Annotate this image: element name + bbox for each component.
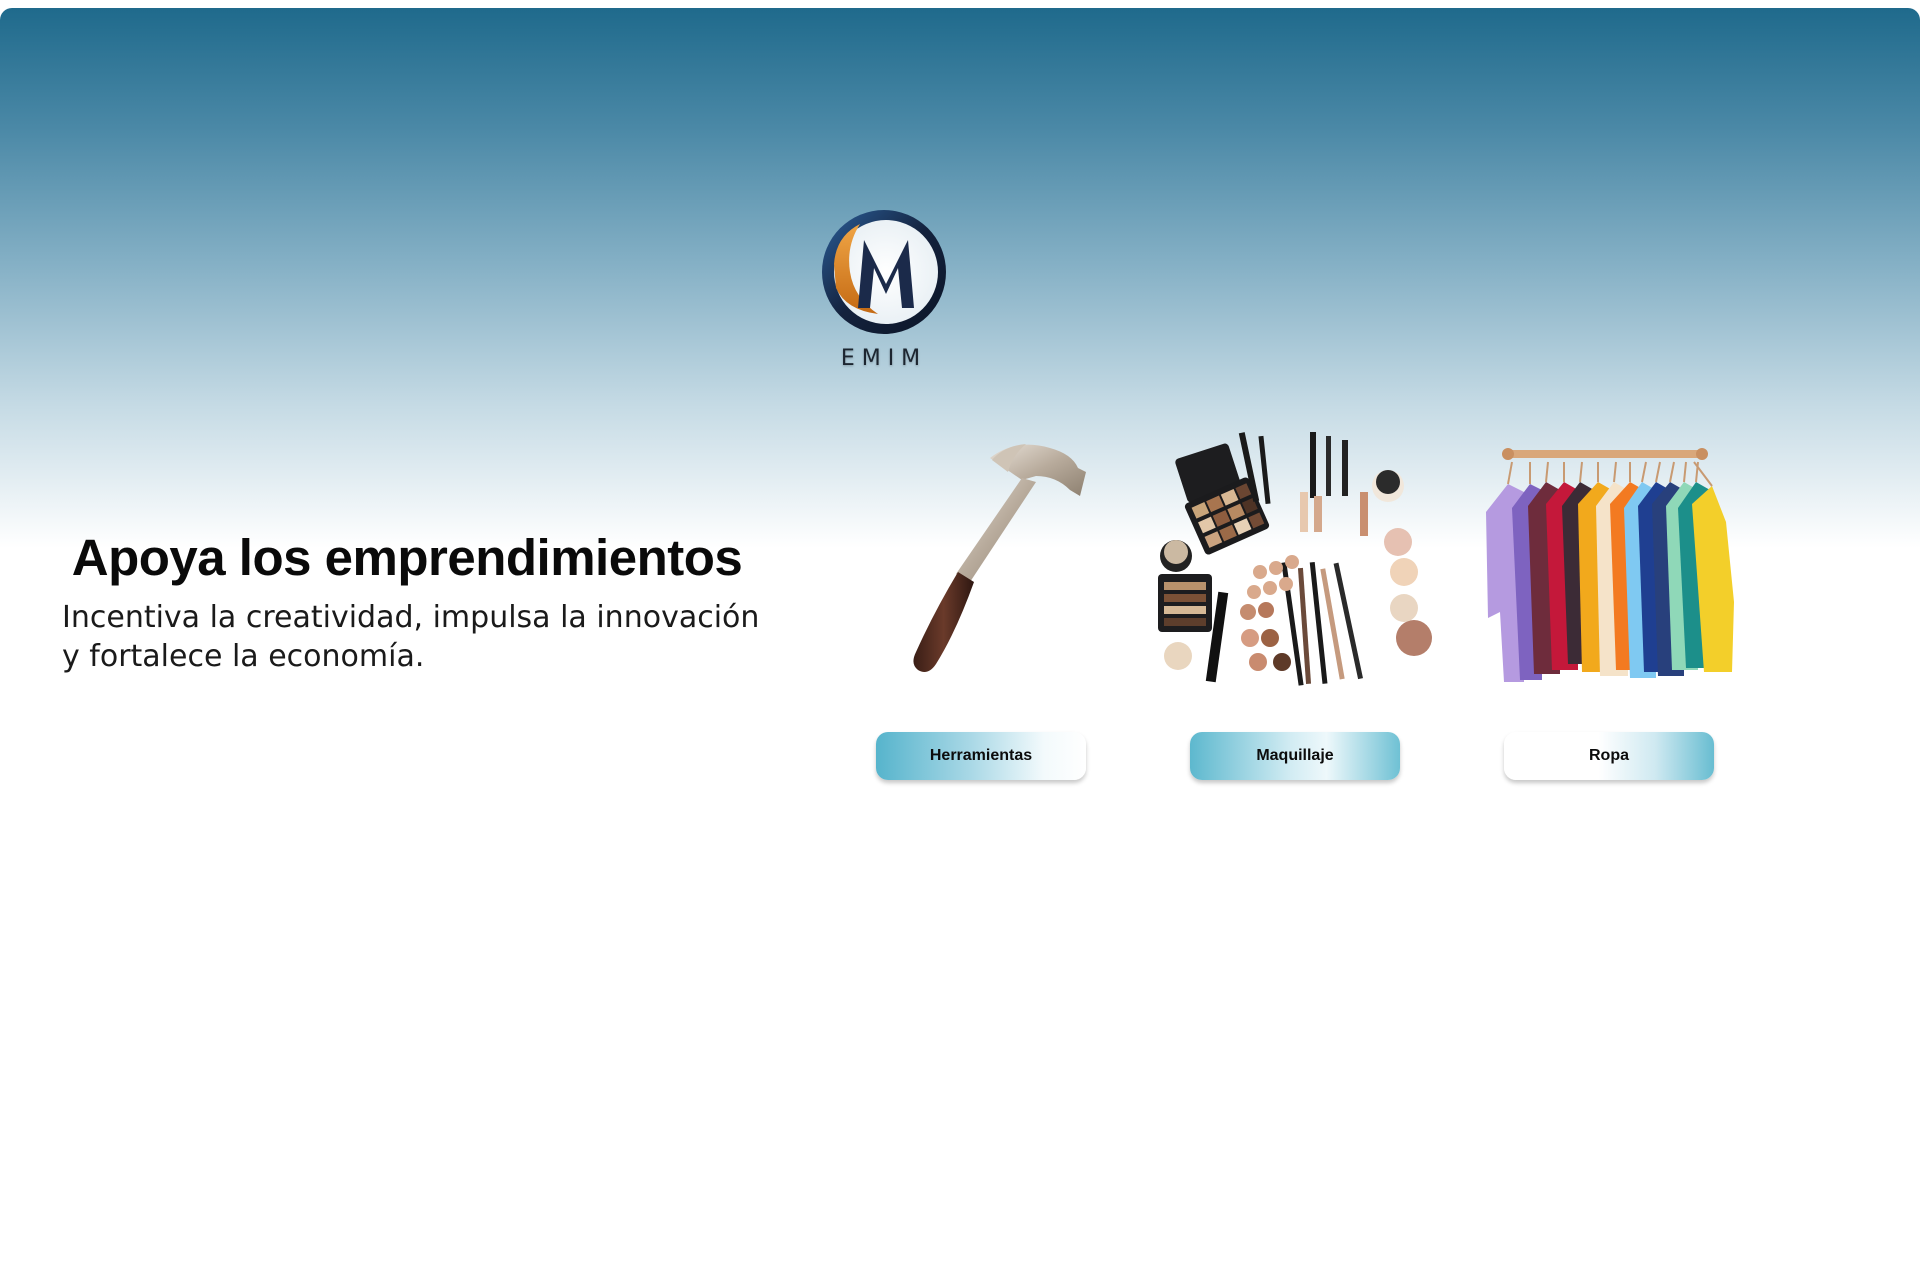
- clothes-rack-image[interactable]: [1464, 432, 1764, 692]
- category-card-makeup: Maquillaje: [1150, 432, 1450, 782]
- brand-logo-icon: [822, 210, 946, 334]
- category-card-tools: Herramientas: [836, 432, 1136, 782]
- landing-page: EMIM Apoya los emprendimientos Incentiva…: [0, 0, 1920, 1280]
- hero-headline: Apoya los emprendimientos: [71, 529, 743, 586]
- hero-subtitle: Incentiva la creatividad, impulsa la inn…: [62, 598, 782, 676]
- brand-wordmark: EMIM: [840, 346, 928, 371]
- category-button-tools[interactable]: Herramientas: [876, 732, 1086, 780]
- hero-subtitle-line-2: y fortalece la economía.: [62, 639, 425, 674]
- category-button-clothes[interactable]: Ropa: [1504, 732, 1714, 780]
- hammer-image[interactable]: [836, 432, 1136, 692]
- hero-subtitle-line-1: Incentiva la creatividad, impulsa la inn…: [62, 600, 760, 635]
- category-card-clothes: Ropa: [1464, 432, 1764, 782]
- brand-logo[interactable]: EMIM: [816, 206, 952, 376]
- category-button-makeup[interactable]: Maquillaje: [1190, 732, 1400, 780]
- makeup-image[interactable]: [1150, 432, 1450, 692]
